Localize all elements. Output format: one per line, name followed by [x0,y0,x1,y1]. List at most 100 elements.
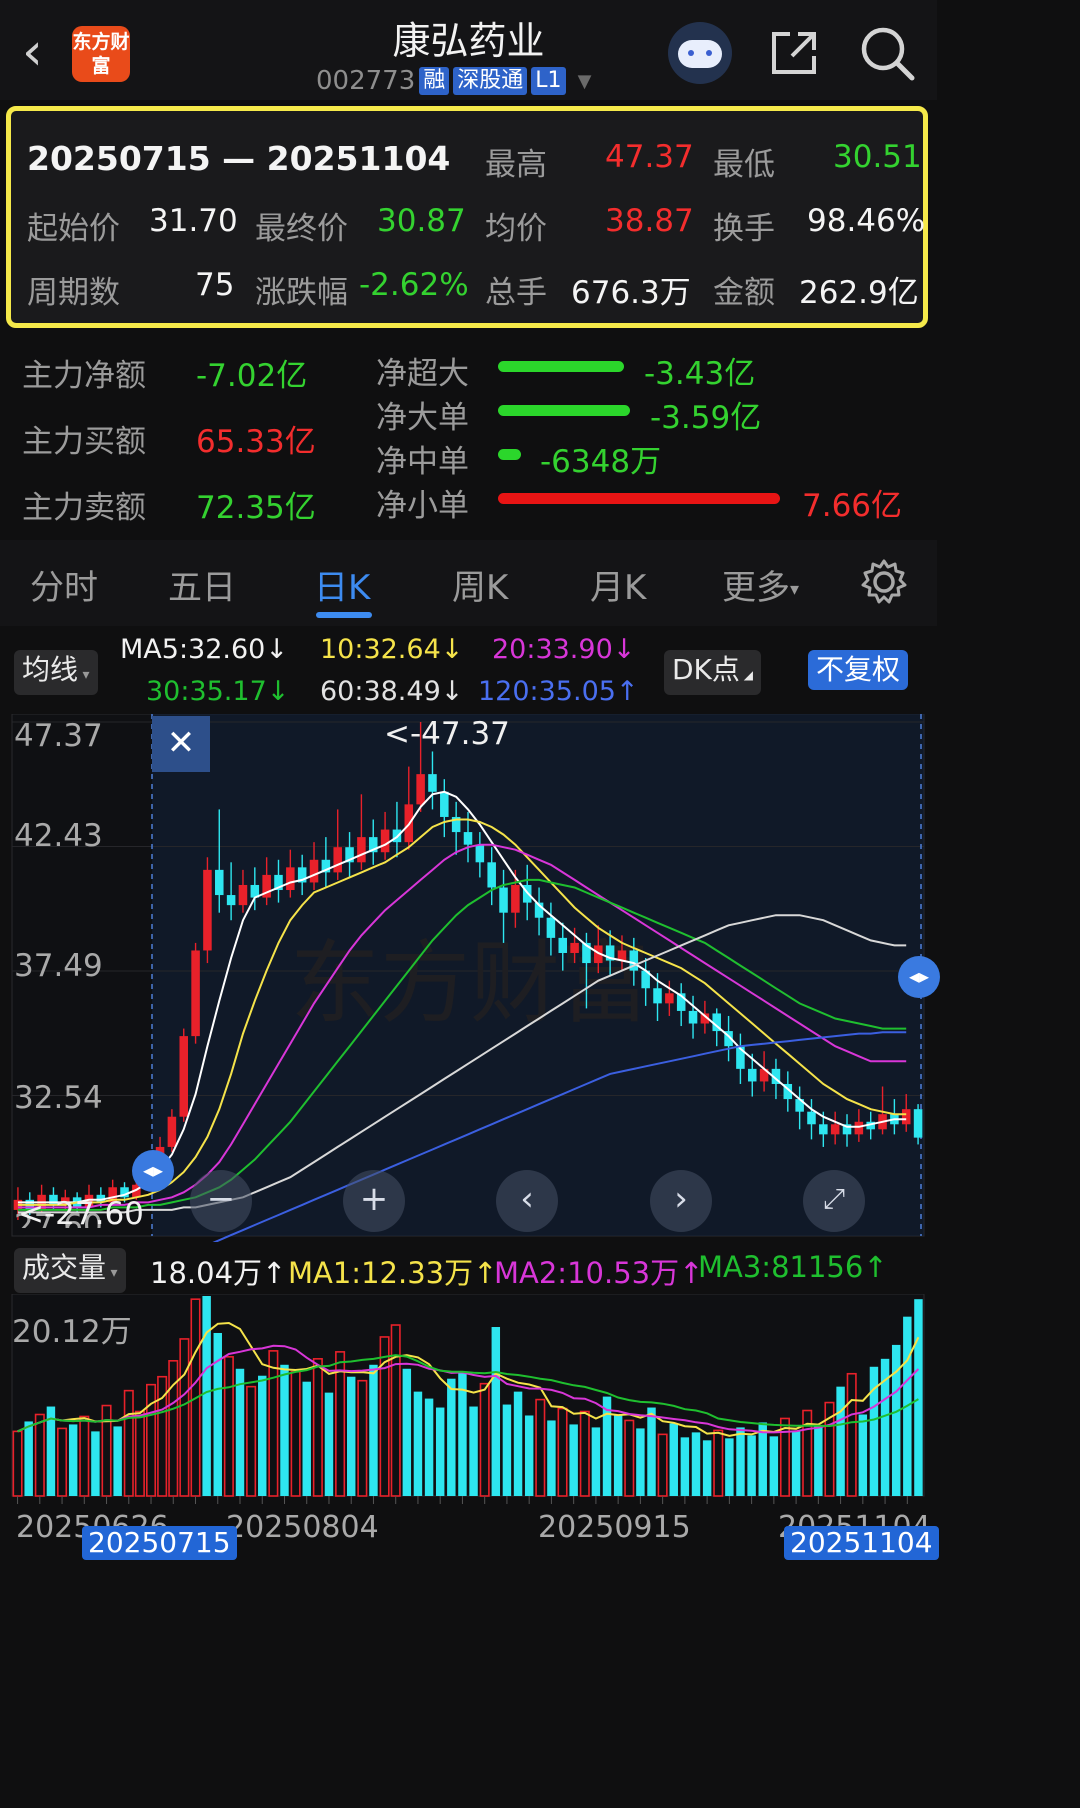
candle-body [688,1010,698,1024]
flow-value-xl: -3.43亿 [644,356,756,392]
periods-label: 周期数 [27,275,120,311]
tab-five-day[interactable]: 五日 [168,560,236,609]
dk-point-button[interactable]: DK点 ◢ [664,650,761,695]
volume-bar [836,1386,845,1496]
volume-frame [11,1294,925,1497]
candle-body [807,1111,816,1125]
volume-bar [524,1415,534,1496]
avg-label: 均价 [485,211,547,247]
main-buy-label: 主力买额 [22,424,146,460]
candle-body [819,1124,828,1135]
flow-bar-l [498,405,630,416]
adjust-button[interactable]: 不复权 [808,650,909,690]
volume-bar [547,1420,556,1496]
high-label: 最高 [485,147,547,183]
flow-label-l: 净大单 [376,400,469,436]
volume-ma2-readout: MA2:10.53万↑ [494,1256,704,1290]
main-net-value: -7.02亿 [196,358,308,394]
candle-body [913,1109,923,1138]
settings-gear-icon[interactable] [860,558,908,606]
tab-intraday[interactable]: 分时 [30,560,98,609]
volume-bar [513,1391,523,1496]
candle-body [380,829,390,853]
tab-daily-k[interactable]: 日K [314,560,370,609]
volume-value: 676.3万 [571,275,691,311]
volume-ma3-readout: MA3:81156↑ [698,1250,888,1284]
open-value: 31.70 [149,203,238,239]
price-axis-label: 32.54 [14,1080,103,1116]
range-start-date: 20250715 [82,1526,237,1560]
volume-bar [914,1299,923,1496]
close-range-icon[interactable]: ✕ [152,716,210,772]
turnover-label: 换手 [713,211,775,247]
volume-bar [91,1431,100,1496]
ma-selector[interactable]: 均线 ▾ [14,650,98,695]
chevron-down-icon[interactable]: ▼ [578,71,592,92]
pan-left-icon[interactable]: ‹ [496,1170,558,1232]
dk-point-label: DK点 [672,653,740,686]
volume-ma1-readout: MA1:12.33万↑ [288,1256,498,1290]
candle-body [511,884,520,913]
corner-arrow-icon: ◢ [739,668,753,682]
volume-bar [680,1437,690,1496]
candle-body [487,862,496,888]
tab-more[interactable]: 更多▾ [722,560,799,609]
assistant-robot-icon[interactable] [668,22,732,84]
tag-level: L1 [531,67,566,95]
amount-label: 金额 [713,275,775,311]
chevron-down-icon: ▾ [790,579,800,600]
volume-bar [647,1407,656,1496]
volume-axis-max: 20.12万 [12,1314,132,1350]
main-buy-value: 65.33亿 [196,424,316,460]
volume-bar [235,1368,245,1496]
candle-body [357,837,366,863]
tab-weekly-k[interactable]: 周K [452,560,508,609]
ma-selector-label: 均线 [22,653,79,686]
candle-body [416,774,425,805]
volume-chart[interactable] [0,1294,937,1524]
volume-bar [435,1407,445,1496]
candle-body [309,859,319,883]
candle-body [546,917,556,938]
volume-bar [669,1423,678,1496]
candle-body [226,895,236,906]
flow-value-s: 7.66亿 [802,488,903,524]
stock-code: 002773 [316,66,416,96]
volume-bar [24,1421,33,1496]
flow-label-s: 净小单 [376,488,469,524]
pan-right-icon[interactable]: › [650,1170,712,1232]
volume-bar [491,1327,501,1496]
fullscreen-icon[interactable]: ⤢ [803,1170,865,1232]
candle-body [463,832,473,845]
x-axis-label: 20250915 [538,1510,691,1545]
candle-body [203,869,212,951]
volume-bar [725,1438,734,1496]
x-axis-label: 20250804 [226,1510,379,1545]
share-icon[interactable] [768,28,820,78]
search-icon[interactable] [858,24,916,82]
candle-body [215,869,224,896]
candle-body [499,887,508,913]
zoom-in-icon[interactable]: + [343,1170,405,1232]
tab-monthly-k[interactable]: 月K [590,560,646,609]
candle-body [167,1116,177,1147]
range-handle-left-icon[interactable]: ◂▸ [132,1150,174,1192]
range-end-date: 20251104 [784,1526,939,1560]
low-value: 30.51 [833,139,922,175]
ma10-readout: 10:32.64↓ [320,634,464,665]
periods-value: 75 [195,267,235,303]
flow-label-xl: 净超大 [376,356,469,392]
price-axis-label: 47.37 [14,718,103,754]
volume-bar [369,1364,378,1496]
flow-label-m: 净中单 [376,444,469,480]
candle-body [440,791,449,817]
flow-value-l: -3.59亿 [650,400,762,436]
volume-selector[interactable]: 成交量 ▾ [14,1248,126,1293]
max-price-annotation: <-47.37 [384,716,510,752]
range-handle-right-icon[interactable]: ◂▸ [898,956,940,998]
change-value: -2.62% [359,267,469,303]
high-value: 47.37 [605,139,694,175]
candle-body [830,1124,840,1135]
zoom-out-icon[interactable]: − [190,1170,252,1232]
flow-bar-s [498,493,780,504]
